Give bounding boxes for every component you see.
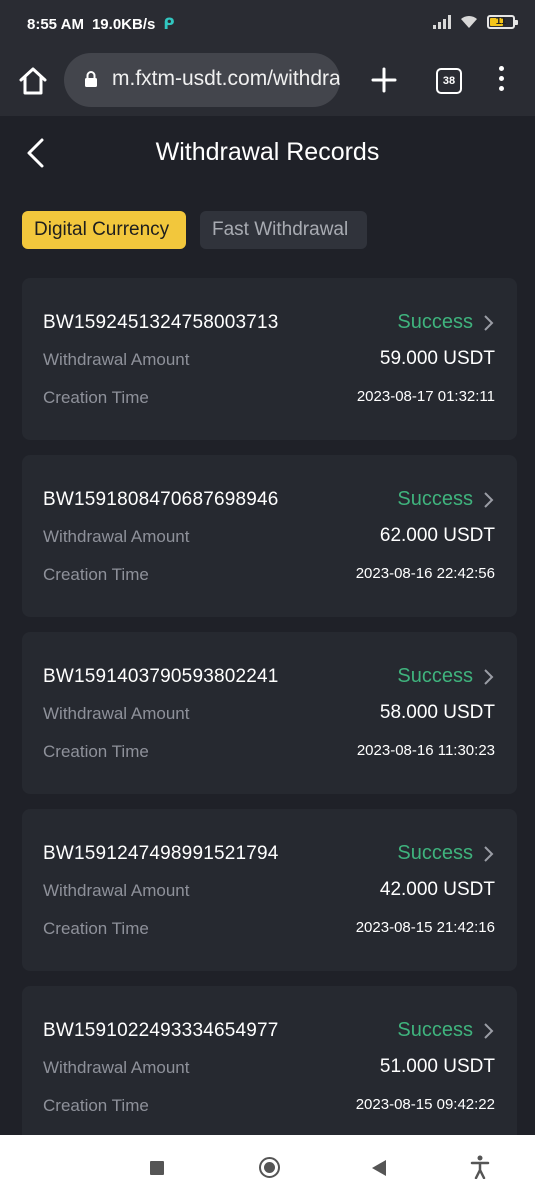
battery-icon: 11 <box>487 14 518 29</box>
signal-icon <box>433 14 451 29</box>
amount-label: Withdrawal Amount <box>43 350 190 369</box>
record-amount: 59.000 USDT <box>379 348 495 369</box>
record-id: BW1591247498991521794 <box>43 843 279 864</box>
record-id: BW1592451324758003713 <box>43 312 279 333</box>
record-card[interactable]: BW1591247498991521794 Success Withdrawal… <box>22 809 517 971</box>
record-card[interactable]: BW1591403790593802241 Success Withdrawal… <box>22 632 517 794</box>
accessibility-icon[interactable] <box>470 1155 490 1179</box>
time-label: Creation Time <box>43 919 149 938</box>
amount-label: Withdrawal Amount <box>43 527 190 546</box>
status-bar: 8:55 AM 19.0KB/s ᑭ 11 <box>0 0 535 46</box>
lock-icon <box>85 71 97 87</box>
record-id: BW1591403790593802241 <box>43 666 279 687</box>
status-right: 11 <box>433 14 518 29</box>
record-id: BW1591808470687698946 <box>43 489 279 510</box>
page-title: Withdrawal Records <box>155 138 380 166</box>
tab-switcher-button[interactable]: 38 <box>436 68 462 94</box>
page-header: Withdrawal Records <box>0 116 535 191</box>
system-nav-bar <box>0 1135 535 1200</box>
status-time: 8:55 AM <box>27 15 84 33</box>
chevron-right-icon <box>484 492 494 508</box>
chevron-right-icon <box>484 846 494 862</box>
record-amount: 51.000 USDT <box>379 1056 495 1077</box>
record-id: BW1591022493334654977 <box>43 1020 279 1041</box>
status-left: 8:55 AM 19.0KB/s ᑭ <box>27 15 175 34</box>
amount-label: Withdrawal Amount <box>43 1058 190 1077</box>
record-status: Success <box>397 842 473 864</box>
record-amount: 42.000 USDT <box>379 879 495 900</box>
time-label: Creation Time <box>43 388 149 407</box>
app-notification-icon: ᑭ <box>163 16 175 33</box>
home-icon[interactable] <box>18 66 48 96</box>
time-label: Creation Time <box>43 565 149 584</box>
record-card[interactable]: BW1591022493334654977 Success Withdrawal… <box>22 986 517 1148</box>
record-time: 2023-08-15 21:42:16 <box>355 919 495 936</box>
wifi-icon <box>461 15 477 28</box>
chevron-right-icon <box>484 315 494 331</box>
record-time: 2023-08-16 22:42:56 <box>355 565 495 582</box>
record-time: 2023-08-17 01:32:11 <box>356 388 495 405</box>
new-tab-icon[interactable] <box>370 66 398 94</box>
record-card[interactable]: BW1591808470687698946 Success Withdrawal… <box>22 455 517 617</box>
record-status: Success <box>397 311 473 333</box>
chevron-right-icon <box>484 669 494 685</box>
record-card[interactable]: BW1592451324758003713 Success Withdrawal… <box>22 278 517 440</box>
record-amount: 58.000 USDT <box>379 702 495 723</box>
record-status: Success <box>397 488 473 510</box>
record-amount: 62.000 USDT <box>379 525 495 546</box>
record-time: 2023-08-15 09:42:22 <box>355 1096 495 1113</box>
tab-fast-withdrawal[interactable]: Fast Withdrawal <box>200 211 367 249</box>
recents-icon[interactable] <box>150 1161 164 1175</box>
tab-digital-currency[interactable]: Digital Currency <box>22 211 186 249</box>
home-circle-icon[interactable] <box>259 1157 280 1178</box>
address-bar[interactable]: m.fxtm-usdt.com/withdraw <box>64 53 340 107</box>
status-speed: 19.0KB/s <box>91 15 156 33</box>
time-label: Creation Time <box>43 742 149 761</box>
record-status: Success <box>397 1019 473 1041</box>
amount-label: Withdrawal Amount <box>43 881 190 900</box>
more-menu-icon[interactable] <box>496 66 506 94</box>
chevron-right-icon <box>484 1023 494 1039</box>
battery-level: 11 <box>495 16 507 27</box>
amount-label: Withdrawal Amount <box>43 704 190 723</box>
time-label: Creation Time <box>43 1096 149 1115</box>
nav-back-icon[interactable] <box>371 1159 387 1177</box>
url-text: m.fxtm-usdt.com/withdraw <box>112 67 340 90</box>
browser-toolbar: m.fxtm-usdt.com/withdraw 38 <box>0 46 535 116</box>
record-status: Success <box>397 665 473 687</box>
record-time: 2023-08-16 11:30:23 <box>356 742 495 759</box>
